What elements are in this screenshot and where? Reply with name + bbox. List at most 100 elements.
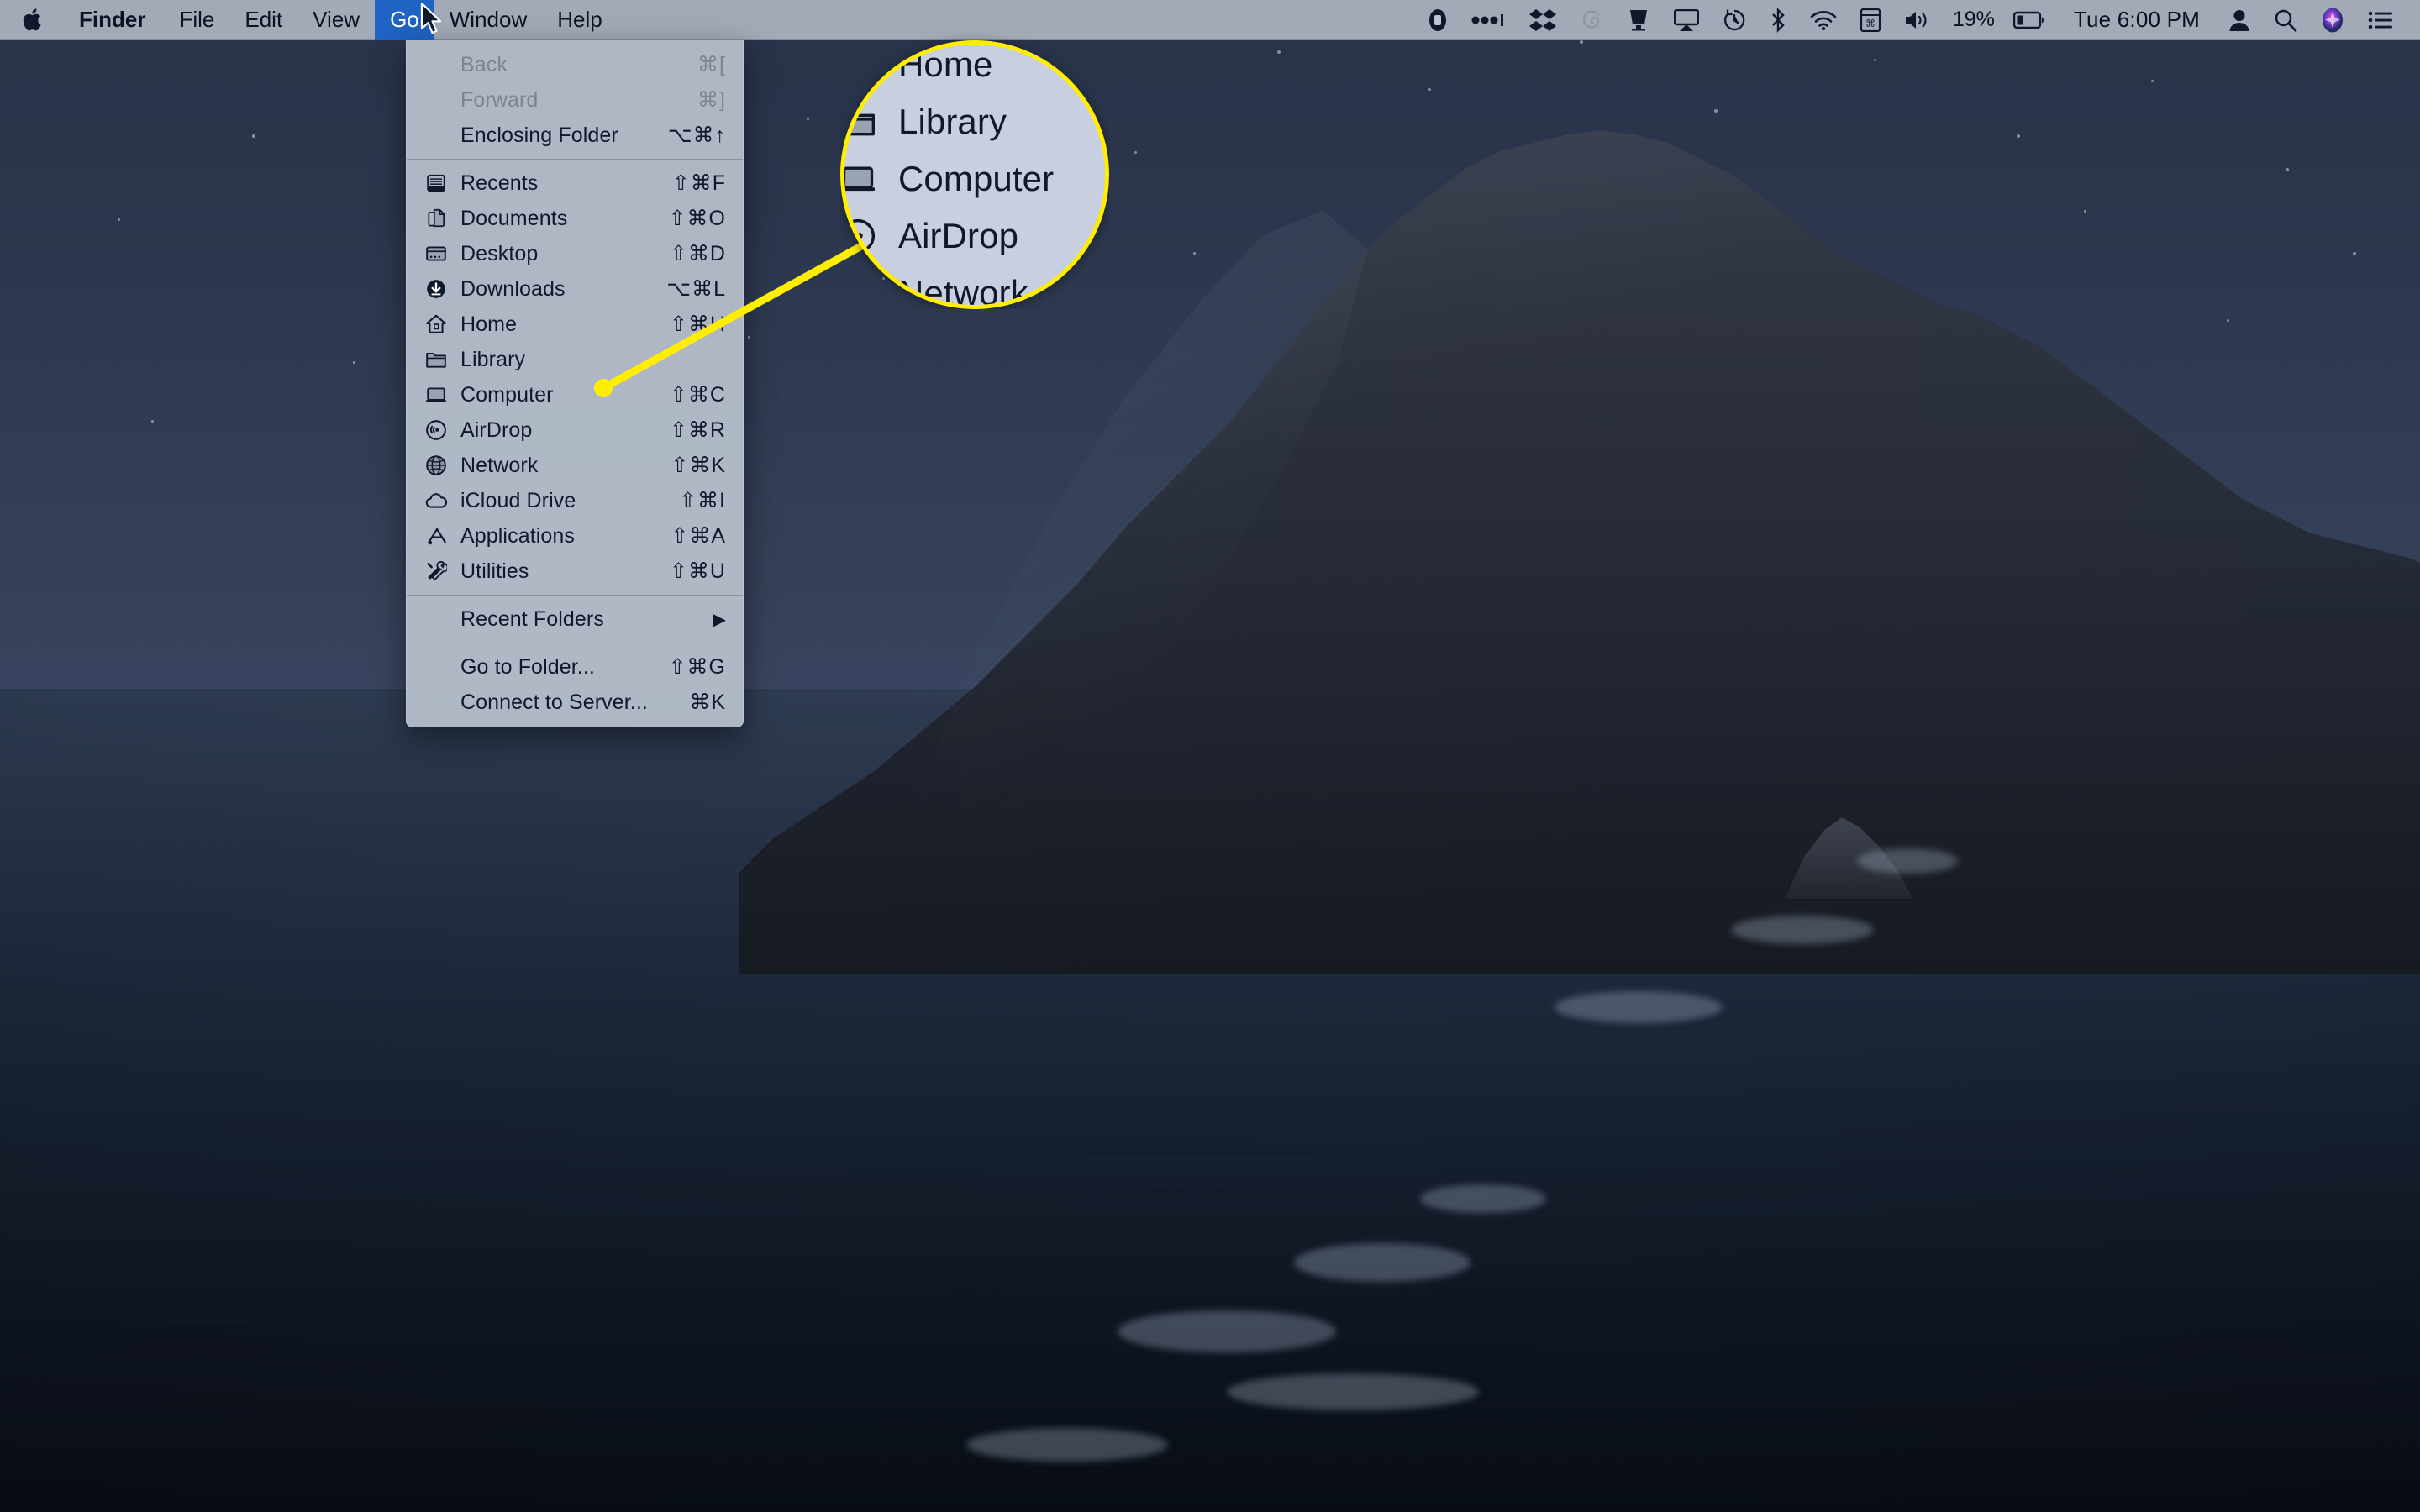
menu-item-label: iCloud Drive [460, 489, 662, 513]
menu-item-label: Connect to Server... [460, 690, 672, 715]
menu-item-label: Enclosing Folder [460, 123, 651, 148]
go-menu-item-network[interactable]: Network ⇧⌘K [407, 448, 743, 483]
airdrop-icon [840, 218, 886, 255]
desktop-wallpaper [0, 0, 2420, 1512]
shortcut-label: ⇧⌘I [679, 488, 726, 513]
documents-icon [425, 207, 454, 229]
magnifier-content: Home Library Computer AirDrop Network [840, 40, 1109, 309]
battery-icon[interactable] [2002, 0, 2057, 40]
computer-icon [425, 384, 454, 406]
apple-menu-icon[interactable] [0, 0, 60, 40]
menu-item-label: Network [460, 454, 654, 478]
user-account-icon[interactable] [2217, 0, 2262, 40]
folder-icon [425, 349, 454, 370]
go-menu-dropdown[interactable]: Back ⌘[ Forward ⌘] Enclosing Folder ⌥⌘↑ … [406, 40, 744, 727]
shortcut-label: ⇧⌘D [670, 241, 726, 266]
go-menu-item-enclosing-folder[interactable]: Enclosing Folder ⌥⌘↑ [407, 118, 743, 153]
go-menu-item-icloud-drive[interactable]: iCloud Drive ⇧⌘I [407, 483, 743, 518]
bluetooth-icon[interactable] [1758, 0, 1798, 40]
flux-icon[interactable] [1459, 0, 1518, 40]
menu-item-label: Applications [460, 524, 654, 549]
menu-item-label: Library [460, 348, 709, 372]
go-menu-item-downloads[interactable]: Downloads ⌥⌘L [407, 271, 743, 307]
time-machine-icon[interactable] [1711, 0, 1758, 40]
utilities-icon [425, 560, 454, 582]
go-menu-item-recent-folders[interactable]: Recent Folders ▶ [407, 601, 743, 637]
app-menu-finder[interactable]: Finder [60, 0, 164, 40]
go-menu-item-forward: Forward ⌘] [407, 82, 743, 118]
shortcut-label: ⇧⌘O [669, 206, 726, 231]
go-menu-item-applications[interactable]: Applications ⇧⌘A [407, 518, 743, 554]
shortcut-label: ⌥⌘L [666, 276, 726, 302]
menu-item-label: Computer [460, 383, 653, 407]
display-icon[interactable] [1615, 0, 1662, 40]
go-menu-item-documents[interactable]: Documents ⇧⌘O [407, 201, 743, 236]
shortcut-label: ⇧⌘R [670, 417, 726, 443]
magnified-item-airdrop: AirDrop [840, 207, 1109, 265]
magnified-item-label: Home [898, 45, 1109, 85]
magnified-item-library: Library [840, 93, 1109, 150]
desktop-icon [425, 243, 454, 265]
shortcut-label: ⇧⌘U [670, 559, 726, 584]
keyboard-input-icon[interactable]: ⌘ [1849, 0, 1892, 40]
menu-item-label: Recent Folders [460, 607, 697, 632]
menu-bar-left: Finder File Edit View Go Window Help [0, 0, 618, 40]
volume-icon[interactable] [1892, 0, 1941, 40]
shortcut-label: ⇧⌘K [671, 453, 726, 478]
shortcut-label: ⇧⌘A [671, 523, 726, 549]
airdrop-icon [425, 419, 454, 441]
dropbox-icon[interactable] [1518, 0, 1568, 40]
go-menu-item-go-to-folder[interactable]: Go to Folder... ⇧⌘G [407, 649, 743, 685]
go-menu-item-utilities[interactable]: Utilities ⇧⌘U [407, 554, 743, 589]
menu-item-label: Back [460, 53, 681, 77]
search-icon[interactable] [2262, 0, 2309, 40]
folder-icon [840, 103, 886, 140]
airplay-icon[interactable] [1662, 0, 1711, 40]
menu-item-label: Go to Folder... [460, 655, 652, 680]
menu-item-edit[interactable]: Edit [229, 0, 297, 40]
shortcut-label: ⇧⌘G [669, 654, 726, 680]
svg-text:⌘: ⌘ [1865, 18, 1876, 29]
magnified-item-label: Network [898, 273, 1109, 309]
magnified-item-network: Network [840, 265, 1109, 309]
menu-item-label: Documents [460, 207, 652, 231]
go-menu-item-back: Back ⌘[ [407, 47, 743, 82]
menu-item-file[interactable]: File [164, 0, 229, 40]
go-menu-item-home[interactable]: Home ⇧⌘H [407, 307, 743, 342]
shortcut-label: ⇧⌘H [670, 312, 726, 337]
magnified-item-label: AirDrop [898, 216, 1109, 256]
shortcut-label: ⌘[ [697, 52, 726, 77]
go-menu-item-library[interactable]: Library [407, 342, 743, 377]
network-icon [425, 454, 454, 476]
magnified-item-home: Home [840, 40, 1109, 93]
callout-anchor-dot [594, 379, 613, 397]
menu-item-label: Desktop [460, 242, 653, 266]
go-menu-item-airdrop[interactable]: AirDrop ⇧⌘R [407, 412, 743, 448]
menu-bar-status-area: ⌘ 19% Tue 6:00 PM [1417, 0, 2420, 40]
menu-item-label: Forward [460, 88, 681, 113]
notification-center-icon[interactable] [2356, 0, 2405, 40]
go-menu-item-desktop[interactable]: Desktop ⇧⌘D [407, 236, 743, 271]
menu-item-label: AirDrop [460, 418, 653, 443]
magnifier-callout: Home Library Computer AirDrop Network [840, 40, 1109, 309]
wifi-icon[interactable] [1798, 0, 1849, 40]
shortcut-label: ⌘K [689, 690, 726, 715]
menu-item-label: Downloads [460, 277, 650, 302]
creative-cloud-icon[interactable] [1568, 0, 1615, 40]
menu-item-view[interactable]: View [297, 0, 375, 40]
home-icon [425, 313, 454, 335]
menu-item-label: Utilities [460, 559, 653, 584]
menu-bar-clock[interactable]: Tue 6:00 PM [2057, 0, 2217, 40]
go-menu-item-computer[interactable]: Computer ⇧⌘C [407, 377, 743, 412]
battery-percent-label: 19% [1941, 0, 2002, 40]
magnified-item-computer: Computer [840, 150, 1109, 207]
menu-item-help[interactable]: Help [542, 0, 617, 40]
shortcut-label: ⇧⌘C [670, 382, 726, 407]
go-menu-item-connect-to-server[interactable]: Connect to Server... ⌘K [407, 685, 743, 720]
siri-icon[interactable] [2309, 0, 2356, 40]
menu-item-window[interactable]: Window [434, 0, 542, 40]
shortcut-label: ⌘] [697, 87, 726, 113]
shortcut-label: ⌥⌘↑ [668, 123, 726, 148]
onedrive-icon[interactable] [1417, 0, 1459, 40]
go-menu-item-recents[interactable]: Recents ⇧⌘F [407, 165, 743, 201]
